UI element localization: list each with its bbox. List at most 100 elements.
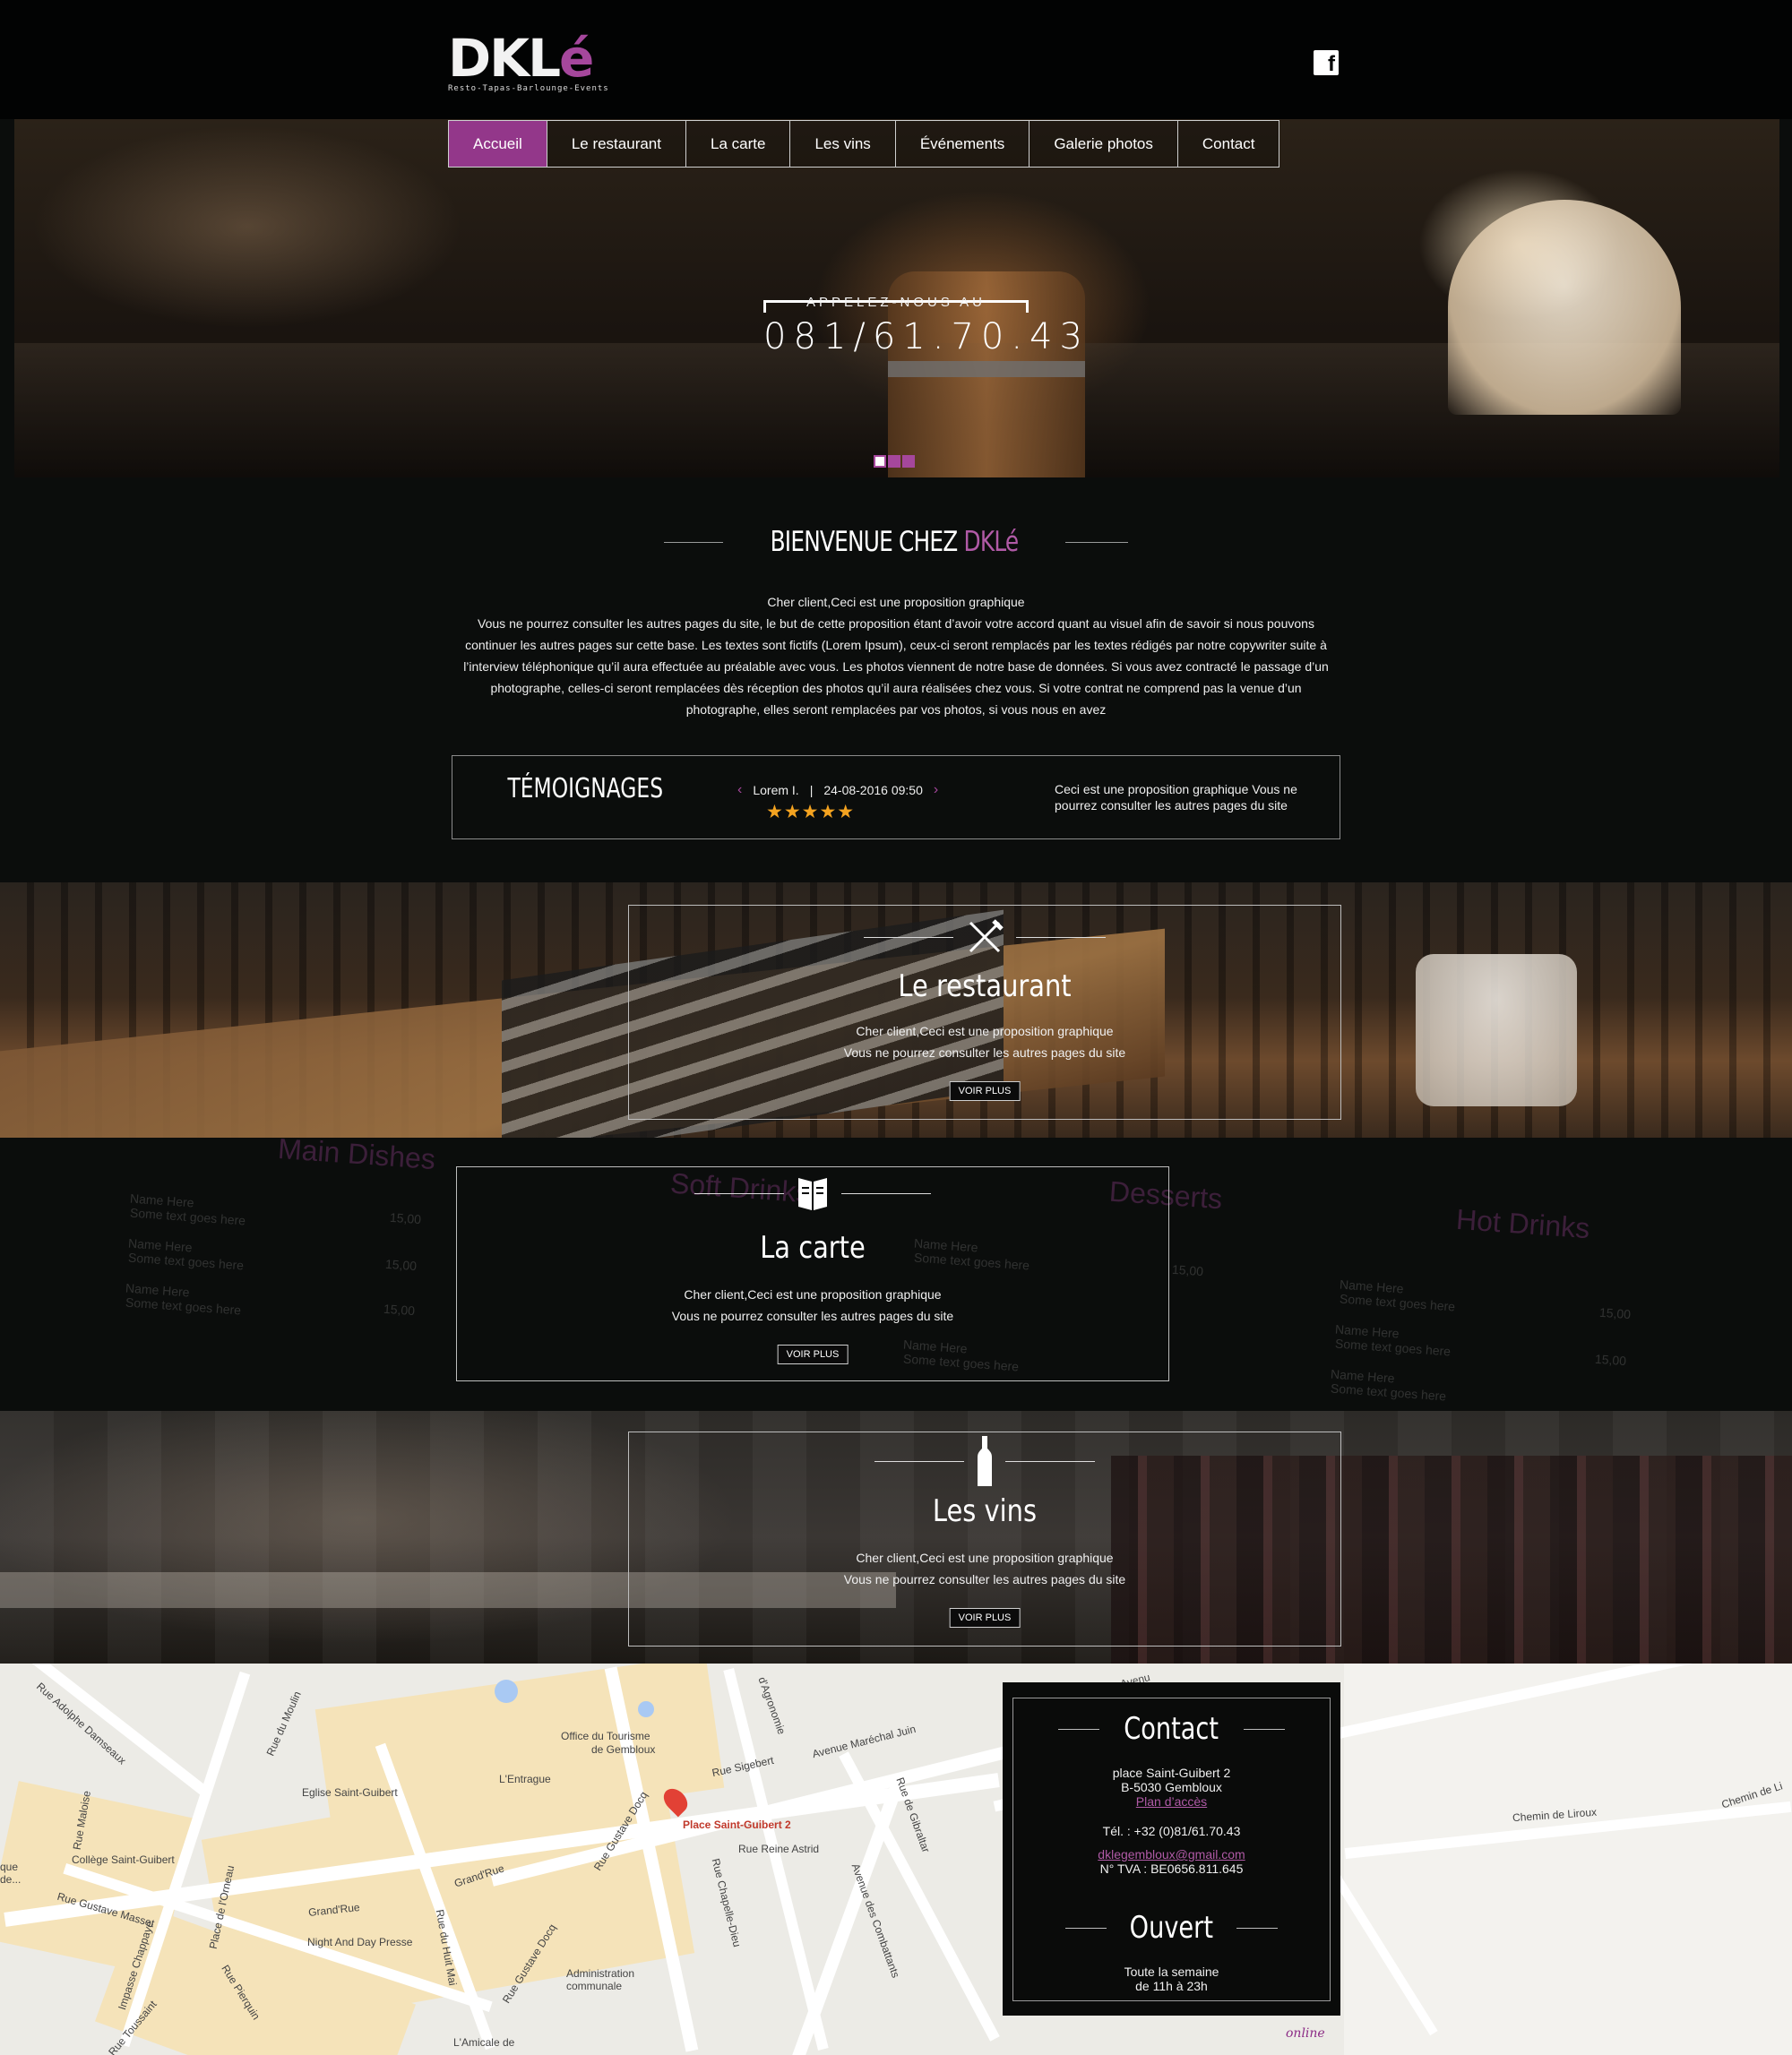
menu-heading: Hot Drinks xyxy=(1454,1202,1591,1245)
slider-dot[interactable] xyxy=(874,455,886,468)
hours-title-text: Ouvert xyxy=(1129,1910,1214,1946)
map-label: d'Agronomie xyxy=(755,1675,788,1736)
testimonials-title-text: TÉMOIGNAGES xyxy=(507,772,663,804)
card-rule xyxy=(1005,1460,1095,1462)
contact-address: place Saint-Guibert 2 xyxy=(1112,1766,1231,1780)
map-label: Night And Day Presse xyxy=(307,1936,413,1948)
testimonial-separator: | xyxy=(809,783,814,797)
slider-dots xyxy=(874,455,917,468)
vins-card-text: Cher client,Ceci est une proposition gra… xyxy=(856,1551,1114,1565)
slider-dot[interactable] xyxy=(902,455,915,468)
map-label: Rue Chapelle-Dieu xyxy=(709,1857,744,1948)
facebook-glyph: f xyxy=(1328,52,1335,76)
map-label: de Gembloux xyxy=(591,1743,656,1756)
menu-line: Some text goes here xyxy=(127,1250,245,1273)
hours-title: Ouvert xyxy=(1013,1910,1330,1946)
directions-link[interactable]: Plan d’accès xyxy=(1013,1794,1330,1809)
restaurant-card-text: Vous ne pourrez consulter les autres pag… xyxy=(843,1045,1126,1060)
hero-barrel-band xyxy=(888,361,1085,377)
candle-photo xyxy=(1416,954,1577,1106)
logo-accent: é xyxy=(559,28,594,89)
vins-voir-plus-button[interactable]: VOIR PLUS xyxy=(949,1608,1021,1628)
map-water xyxy=(638,1701,654,1717)
welcome-title-accent: DKLé xyxy=(963,526,1020,558)
vins-card-title: Les vins xyxy=(932,1493,1038,1529)
restaurant-card-text: Cher client,Ceci est une proposition gra… xyxy=(856,1024,1114,1038)
welcome-paragraph: Cher client,Ceci est une proposition gra… xyxy=(767,595,1025,609)
welcome-text: Cher client,Ceci est une proposition gra… xyxy=(455,591,1337,720)
online-badge[interactable]: online xyxy=(1286,2026,1325,2041)
call-box: APPELEZ-NOUS AU 081/61.70.43 xyxy=(763,295,1082,363)
map-label: L'Entrague xyxy=(499,1773,551,1785)
hours-text: Toute la semaine xyxy=(1124,1965,1219,1979)
map-label: Collège Saint-Guibert xyxy=(72,1853,175,1866)
restaurant-card-title: Le restaurant xyxy=(898,968,1072,1004)
testimonial-author: Lorem I. xyxy=(753,783,799,797)
title-rule xyxy=(1058,1728,1100,1730)
testimonial-quote: Ceci est une proposition graphique Vous … xyxy=(1055,782,1297,813)
restaurant-card: Le restaurant Cher client,Ceci est une p… xyxy=(628,905,1341,1120)
hero-lamp xyxy=(1448,200,1681,415)
map-road xyxy=(21,1664,212,1799)
chevron-left-icon[interactable]: ‹ xyxy=(737,782,742,798)
nav-item-evenements[interactable]: Événements xyxy=(894,121,1030,167)
nav-item-restaurant[interactable]: Le restaurant xyxy=(546,121,685,167)
map-label: Rue Sigebert xyxy=(711,1753,775,1780)
carte-card-text: Vous ne pourrez consulter les autres pag… xyxy=(671,1309,954,1323)
contact-frame: Contact place Saint-Guibert 2 B-5030 Gem… xyxy=(1012,1698,1331,2001)
menu-line: Some text goes here xyxy=(1334,1336,1452,1359)
welcome-title: BIENVENUE CHEZ DKLé xyxy=(627,520,1165,564)
welcome-title-text: BIENVENUE CHEZ xyxy=(770,526,959,558)
nav-item-galerie[interactable]: Galerie photos xyxy=(1029,121,1177,167)
map-label: L'Amicale de xyxy=(453,2036,515,2049)
carte-card-text: Cher client,Ceci est une proposition gra… xyxy=(684,1287,942,1302)
menu-line: 15,00 xyxy=(1598,1304,1632,1322)
wine-bottle-icon xyxy=(978,1436,992,1486)
map-road xyxy=(791,1777,906,2055)
contact-title-text: Contact xyxy=(1124,1711,1219,1747)
title-rule xyxy=(664,541,724,543)
contact-box: Contact place Saint-Guibert 2 B-5030 Gem… xyxy=(1003,1682,1340,2016)
vins-card-text: Vous ne pourrez consulter les autres pag… xyxy=(843,1572,1126,1586)
nav-item-vins[interactable]: Les vins xyxy=(789,121,894,167)
restaurant-voir-plus-button[interactable]: VOIR PLUS xyxy=(949,1081,1021,1101)
chevron-right-icon[interactable]: › xyxy=(934,782,938,798)
card-rule xyxy=(694,1192,784,1194)
carte-voir-plus-button[interactable]: VOIR PLUS xyxy=(777,1345,849,1364)
menu-line: 15,00 xyxy=(384,1256,418,1274)
location-map[interactable]: Place Saint-Guibert 2 Office du Tourisme… xyxy=(0,1664,1792,2055)
nav-item-carte[interactable]: La carte xyxy=(685,121,789,167)
menu-line: Some text goes here xyxy=(1330,1380,1447,1404)
hours-text: de 11h à 23h xyxy=(1135,1979,1208,1993)
site-logo[interactable]: DKLé Resto-Tapas-Barlounge-Events xyxy=(448,32,645,93)
phone-number[interactable]: 081/61.70.43 xyxy=(763,316,1082,357)
contact-address: B-5030 Gembloux xyxy=(1121,1780,1222,1794)
menu-line: 15,00 xyxy=(389,1209,422,1227)
carte-card-title: La carte xyxy=(760,1230,866,1266)
testimonial-date: 24-08-2016 09:50 xyxy=(823,783,923,797)
card-rule xyxy=(841,1192,931,1194)
top-bar xyxy=(0,0,1792,119)
welcome-paragraph: Vous ne pourrez consulter les autres pag… xyxy=(463,616,1329,717)
facebook-icon[interactable]: f xyxy=(1314,50,1339,75)
contact-phone[interactable]: Tél. : +32 (0)81/61.70.43 xyxy=(1013,1824,1330,1838)
map-water xyxy=(495,1680,518,1703)
main-nav: Accueil Le restaurant La carte Les vins … xyxy=(448,120,1280,168)
vins-card-icon-row xyxy=(874,1436,1095,1486)
card-rule xyxy=(874,1460,964,1462)
map-label: Rue Reine Astrid xyxy=(738,1843,820,1855)
title-rule xyxy=(1243,1728,1285,1730)
nav-item-accueil[interactable]: Accueil xyxy=(449,121,547,167)
contact-vat: N° TVA : BE0656.811.645 xyxy=(1099,1862,1244,1876)
map-label: Administration xyxy=(566,1967,635,1980)
contact-email-link[interactable]: dklegembloux@gmail.com xyxy=(1013,1847,1330,1862)
nav-item-contact[interactable]: Contact xyxy=(1176,121,1279,167)
menu-heading: Main Dishes xyxy=(276,1138,437,1176)
slider-dot[interactable] xyxy=(888,455,900,468)
menu-book-icon xyxy=(798,1178,827,1210)
map-label: Rue du Moulin xyxy=(263,1689,304,1758)
map-label: de... xyxy=(0,1873,22,1886)
menu-line: 15,00 xyxy=(1171,1261,1204,1279)
logo-tagline: Resto-Tapas-Barlounge-Events xyxy=(448,84,609,93)
map-label: Avenue des Combattants xyxy=(849,1862,902,1980)
